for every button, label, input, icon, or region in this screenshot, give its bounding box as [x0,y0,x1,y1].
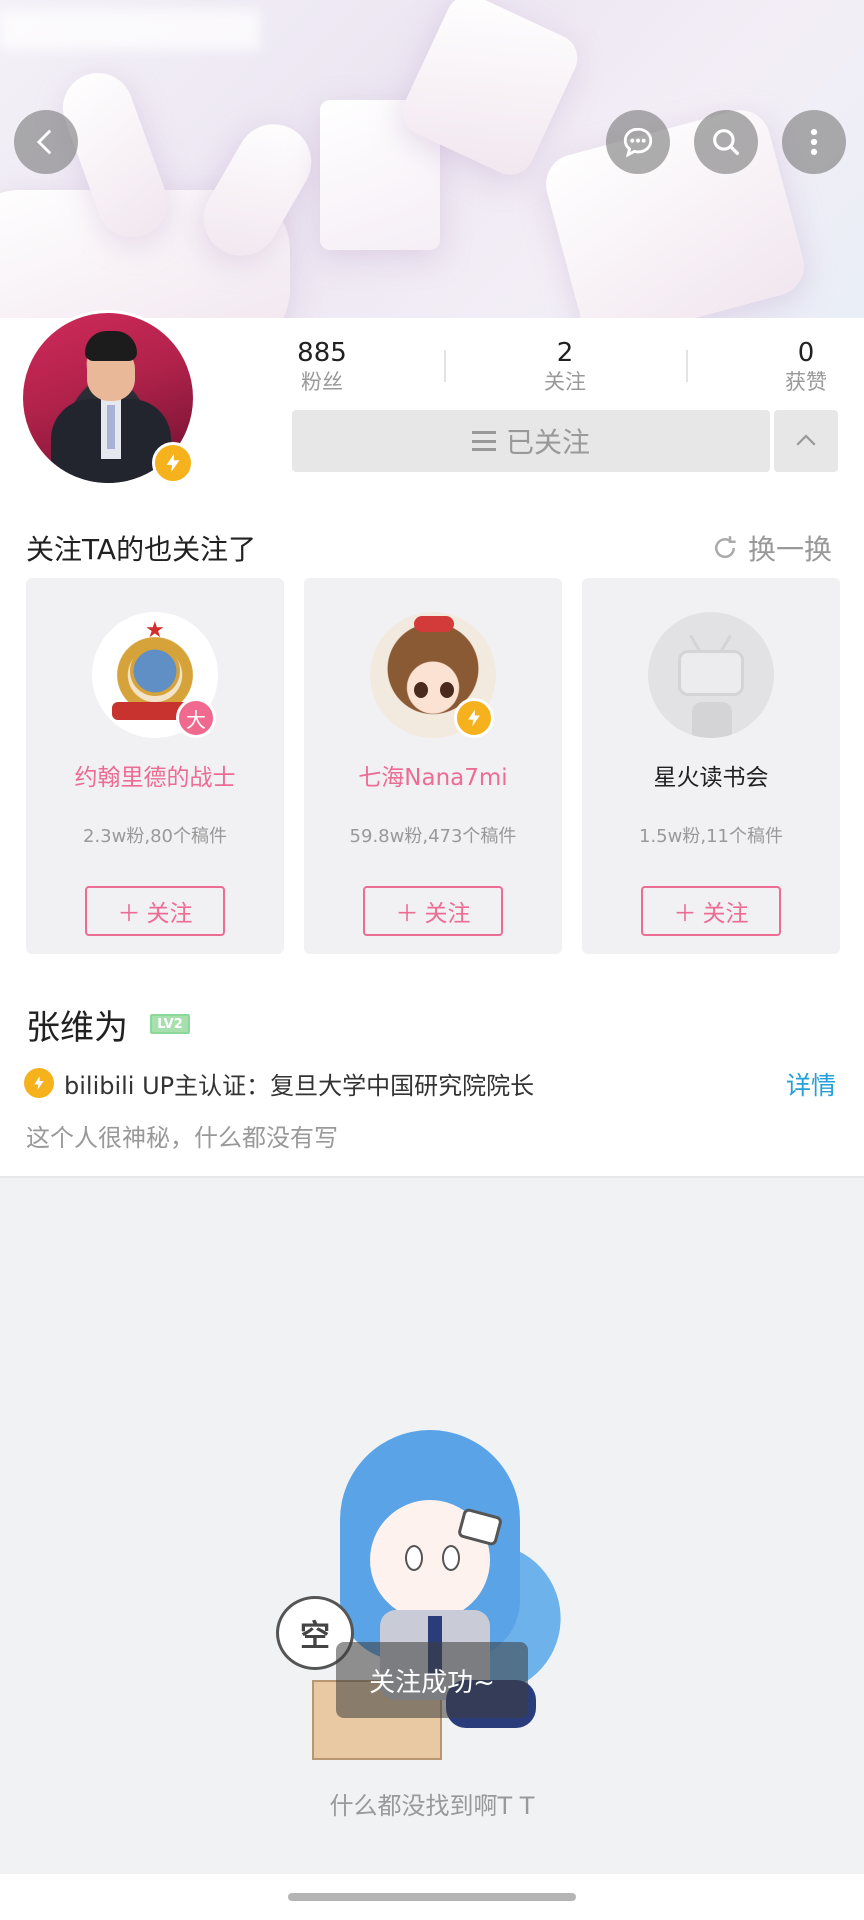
avatar-eye [414,682,428,698]
plus-icon: ＋ [117,901,141,927]
toast-message: 关注成功~ [336,1642,528,1718]
more-button[interactable] [782,110,846,174]
back-button[interactable] [14,110,78,174]
user-avatar[interactable] [648,612,774,738]
stat-divider [444,350,446,382]
likes-label: 获赞 [785,370,827,394]
plus-icon: ＋ [395,901,419,927]
star-icon: ★ [145,618,165,643]
user-meta: 59.8w粉,473个稿件 [349,826,517,847]
user-meta: 2.3w粉,80个稿件 [83,826,227,847]
mascot-eye [442,1545,460,1571]
chat-bubble-icon [623,127,653,158]
fans-count: 885 [297,338,347,368]
user-name[interactable]: 星火读书会 [582,758,840,792]
likes-count: 0 [797,338,815,368]
empty-message: 什么都没找到啊T T [329,1792,535,1820]
level-badge: LV2 [150,1014,190,1034]
menu-lines-icon [471,431,496,451]
profile-bio: 这个人很神秘，什么都没有写 [26,1124,338,1152]
chevron-up-icon [796,434,816,446]
certification-icon [24,1068,54,1098]
user-name[interactable]: 约翰里德的战士 [26,758,284,792]
home-indicator[interactable] [288,1893,576,1901]
recommend-card[interactable]: 七海Nana7mi 59.8w粉,473个稿件 ＋ 关注 [304,578,562,954]
chevron-left-icon [36,129,52,155]
stat-fans[interactable]: 885 粉丝 [262,338,382,396]
default-avatar-body [692,702,732,738]
stat-divider [686,350,688,382]
fans-label: 粉丝 [301,370,343,394]
follow-button[interactable]: ＋ 关注 [641,886,781,936]
tv-screen-icon [678,650,744,696]
refresh-label: 换一换 [748,533,833,566]
follow-button[interactable]: ＋ 关注 [363,886,503,936]
more-vertical-icon [810,128,818,156]
avatar-hair [85,331,137,361]
stat-likes[interactable]: 0 获赞 [746,338,864,396]
globe-emblem [130,646,180,696]
stat-following[interactable]: 2 关注 [505,338,625,396]
followed-button[interactable]: 已关注 [292,410,770,472]
expand-button[interactable] [774,410,838,472]
avatar-tie [107,405,115,449]
search-icon [713,129,740,156]
following-count: 2 [556,338,574,368]
lightning-icon [166,453,180,473]
search-button[interactable] [694,110,758,174]
certification-text: bilibili UP主认证：复旦大学中国研究院院长 [64,1072,535,1100]
follow-label: 关注 [424,901,471,927]
refresh-icon [715,536,736,559]
recommend-card[interactable]: 星火读书会 1.5w粉,11个稿件 ＋ 关注 [582,578,840,954]
avatar-eye [440,682,454,698]
hair-bow [414,616,454,632]
recommend-card[interactable]: ★ 大 约翰里德的战士 2.3w粉,80个稿件 ＋ 关注 [26,578,284,954]
follow-label: 关注 [702,901,749,927]
detail-link[interactable]: 详情 [786,1066,836,1102]
follow-label: 关注 [146,901,193,927]
mascot-eye [405,1545,423,1571]
banner-shape [539,103,811,318]
user-name[interactable]: 七海Nana7mi [304,758,562,792]
user-meta: 1.5w粉,11个稿件 [639,826,783,847]
refresh-button[interactable]: 换一换 [710,528,832,568]
followed-button-label: 已关注 [505,426,590,459]
plus-icon: ＋ [673,901,697,927]
status-bar [0,10,260,50]
lightning-icon [34,1076,44,1090]
member-badge: 大 [176,698,216,738]
verified-badge [152,442,194,484]
following-label: 关注 [544,370,586,394]
profile-name: 张维为 [26,1008,128,1048]
message-button[interactable] [606,110,670,174]
verified-badge [454,698,494,738]
follow-button[interactable]: ＋ 关注 [85,886,225,936]
lightning-icon [468,709,480,727]
recommend-title: 关注TA的也关注了 [26,533,257,566]
